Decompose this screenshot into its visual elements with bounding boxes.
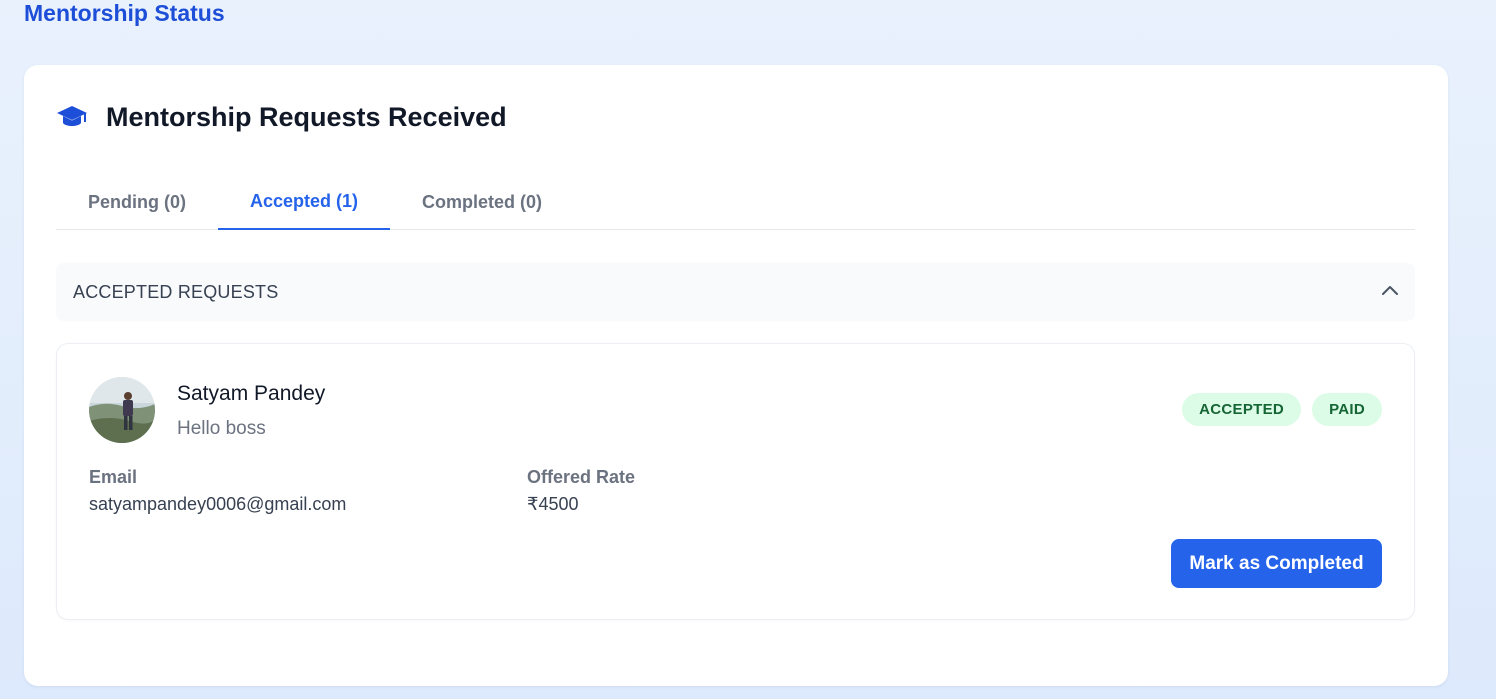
offered-rate-value: ₹4500 xyxy=(527,494,579,514)
status-badge-accepted: ACCEPTED xyxy=(1182,393,1302,426)
mark-as-completed-button[interactable]: Mark as Completed xyxy=(1171,539,1382,588)
page-title: Mentorship Status xyxy=(24,0,225,26)
mentee-name: Satyam Pandey xyxy=(177,382,326,405)
request-card: Satyam Pandey Hello boss ACCEPTED PAID E… xyxy=(56,343,1415,620)
avatar xyxy=(89,377,155,443)
card-title: Mentorship Requests Received xyxy=(106,101,507,132)
status-badge-paid: PAID xyxy=(1312,393,1382,426)
tab-pending[interactable]: Pending (0) xyxy=(56,175,218,230)
chevron-up-icon[interactable] xyxy=(1381,283,1399,301)
tab-accepted[interactable]: Accepted (1) xyxy=(218,175,391,230)
mentee-message: Hello boss xyxy=(177,418,266,439)
offered-rate-label: Offered Rate xyxy=(527,467,636,487)
status-badges: ACCEPTED PAID xyxy=(1182,393,1382,426)
section-title: ACCEPTED REQUESTS xyxy=(73,281,279,302)
accepted-requests-section-header[interactable]: ACCEPTED REQUESTS xyxy=(56,263,1415,321)
card-header: Mentorship Requests Received xyxy=(56,101,507,133)
tab-completed[interactable]: Completed (0) xyxy=(390,175,574,230)
mentorship-requests-card: Mentorship Requests Received Pending (0)… xyxy=(24,65,1448,686)
graduation-cap-icon xyxy=(56,101,88,133)
email-label: Email xyxy=(89,467,138,487)
email-value: satyampandey0006@gmail.com xyxy=(89,494,347,514)
request-tabs: Pending (0) Accepted (1) Completed (0) xyxy=(56,175,1415,230)
